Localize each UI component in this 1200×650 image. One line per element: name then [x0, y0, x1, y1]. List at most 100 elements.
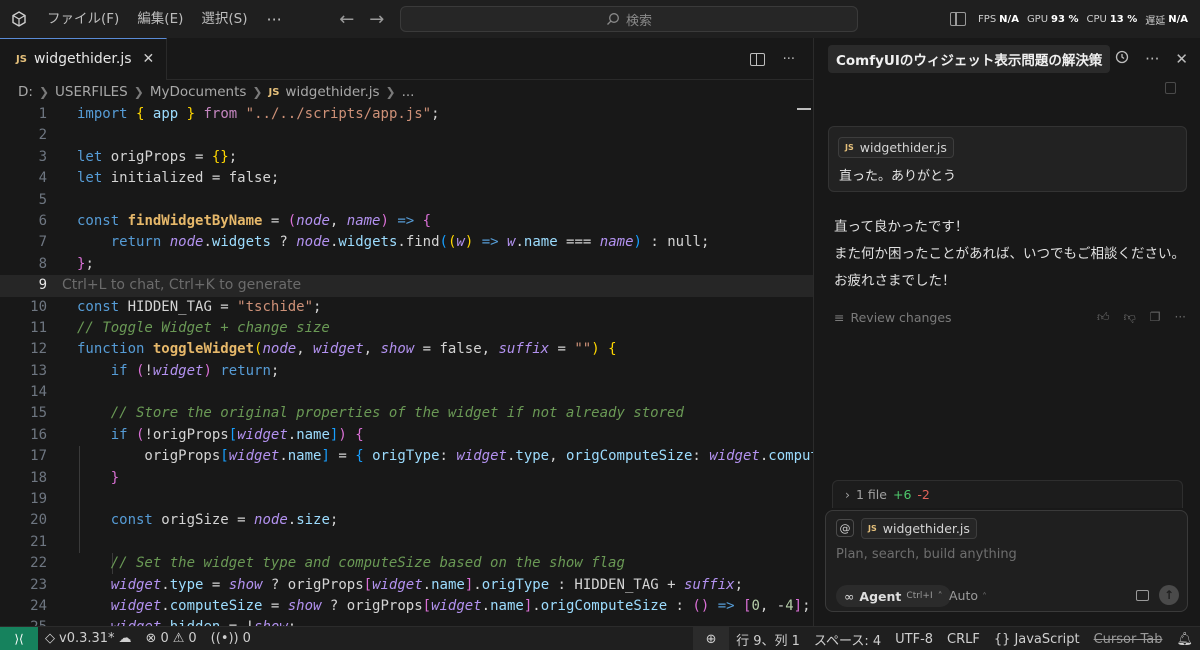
code-line: 22 // Set the widget type and computeSiz…: [30, 555, 625, 572]
changed-files-bar[interactable]: › 1 file +6 -2: [832, 480, 1183, 508]
history-icon[interactable]: [1115, 50, 1129, 68]
encoding[interactable]: UTF-8: [888, 627, 940, 650]
code-line: 23 widget.type = show ? origProps[widget…: [30, 576, 743, 593]
version-status[interactable]: ◇ v0.3.31* ☁: [38, 627, 139, 650]
title-right-area: FPS N/A GPU 93 % CPU 13 % 遅延 N/A: [950, 0, 1200, 38]
ports-status[interactable]: ((•)) 0: [204, 627, 258, 650]
breadcrumb-drive[interactable]: D:: [18, 84, 33, 100]
zoom-icon[interactable]: ⊕: [693, 627, 730, 650]
chat-input[interactable]: Plan, search, build anything: [836, 547, 1017, 562]
breadcrumb-symbol[interactable]: ...: [402, 84, 415, 100]
bell-icon[interactable]: 🔔︎: [1169, 627, 1200, 650]
cursor-logo-icon: [0, 0, 38, 38]
more-menu-button[interactable]: ···: [257, 10, 292, 29]
menu-edit[interactable]: 編集(E): [128, 0, 192, 38]
copy-icon[interactable]: ❐: [1150, 310, 1161, 325]
status-bar: ⟩⟨ ◇ v0.3.31* ☁ ⊗ 0 ⚠ 0 ((•)) 0 ⊕ 行 9、列 1 スペース…: [0, 626, 1200, 650]
file-context-chip[interactable]: JS widgethider.js: [838, 137, 954, 158]
user-message[interactable]: JS widgethider.js 直った。ありがとう: [828, 126, 1187, 192]
latency-stat: 遅延 N/A: [1145, 13, 1188, 27]
chat-title-tab[interactable]: ComfyUIのウィジェット表示問題の解決策: [828, 45, 1111, 73]
menu-selection[interactable]: 選択(S): [192, 0, 256, 38]
lines-added: +6: [892, 487, 912, 502]
chat-header: ComfyUIのウィジェット表示問題の解決策 + ··· ✕: [814, 38, 1200, 80]
code-line: 25 widget.hidden = !show;: [0, 617, 813, 626]
tab-label: widgethider.js: [33, 51, 132, 67]
mode-selector[interactable]: ∞ Agent Ctrl+I ˄: [836, 585, 951, 607]
breadcrumb-userfiles[interactable]: USERFILES: [55, 84, 128, 100]
file-chip-label: widgethider.js: [882, 521, 970, 536]
editor-actions: ···: [749, 38, 795, 80]
close-icon[interactable]: ✕: [143, 51, 155, 67]
code-line: 24 widget.computeSize = show ? origProps…: [30, 597, 811, 614]
breadcrumb-file[interactable]: widgethider.js: [285, 84, 379, 100]
more-icon[interactable]: ···: [1145, 50, 1159, 68]
chevron-up-icon: ˄: [982, 592, 988, 603]
command-search-box[interactable]: 検索: [400, 6, 858, 32]
error-icon: ⊗: [145, 631, 157, 646]
status-right: ⊕ 行 9、列 1 スペース: 4 UTF-8 CRLF {} JavaScrip…: [693, 627, 1200, 650]
mode-label: Agent: [859, 588, 902, 604]
js-file-icon: JS: [268, 86, 280, 98]
line-ending[interactable]: CRLF: [940, 627, 987, 650]
problems-status[interactable]: ⊗ 0 ⚠ 0: [139, 627, 204, 650]
cursor-tab-status[interactable]: Cursor Tab: [1087, 627, 1170, 650]
close-panel-icon[interactable]: ✕: [1175, 50, 1188, 68]
image-icon[interactable]: [1136, 590, 1149, 601]
toggle-sidebar-icon[interactable]: [950, 12, 967, 26]
code-line: 18 }: [30, 469, 120, 486]
infinity-icon: ∞: [844, 588, 855, 604]
current-line: 9 Ctrl+L to chat, Ctrl+K to generate: [0, 275, 813, 297]
forward-arrow-icon[interactable]: →: [362, 9, 392, 30]
review-changes-button[interactable]: Review changes: [850, 310, 951, 325]
inline-hint: Ctrl+L to chat, Ctrl+K to generate: [62, 277, 302, 294]
search-icon: [607, 13, 619, 25]
thumbs-down-icon[interactable]: 👎︎: [1124, 310, 1136, 325]
chat-composer[interactable]: @ JS widgethider.js Plan, search, build …: [825, 510, 1188, 612]
chevron-right-icon: ❯: [38, 85, 50, 99]
js-file-icon: JS: [16, 53, 27, 65]
reply-line: また何か困ったことがあれば、いつでもご相談ください。: [834, 246, 1185, 262]
editor-tab-bar: JS widgethider.js ✕ ···: [0, 38, 813, 80]
js-file-icon: JS: [868, 524, 877, 533]
tag-icon: ◇: [45, 631, 55, 646]
code-line: 21: [30, 533, 47, 550]
chevron-right-icon: ❯: [385, 85, 396, 99]
editor-tab[interactable]: JS widgethider.js ✕: [0, 38, 168, 80]
mode-shortcut: Ctrl+I: [906, 591, 933, 601]
thumbs-up-icon[interactable]: 👍︎: [1097, 310, 1110, 325]
mention-button[interactable]: @: [836, 519, 854, 537]
split-editor-icon[interactable]: [749, 52, 765, 66]
changed-files-count: 1 file: [856, 487, 887, 502]
chat-actions: + ··· ✕: [1087, 38, 1188, 80]
file-context-chip[interactable]: JS widgethider.js: [861, 518, 977, 539]
back-arrow-icon[interactable]: ←: [332, 9, 362, 30]
editor-area: JS widgethider.js ✕ ··· D: ❯ USERFILES ❯…: [0, 38, 813, 626]
language-mode[interactable]: {} JavaScript: [987, 627, 1087, 650]
breadcrumb: D: ❯ USERFILES ❯ MyDocuments ❯ JS widget…: [0, 80, 813, 104]
breadcrumb-mydocuments[interactable]: MyDocuments: [150, 84, 247, 100]
more-icon[interactable]: ···: [1175, 310, 1186, 325]
menu-file[interactable]: ファイル(F): [38, 0, 128, 38]
code-editor[interactable]: 1 import { app } from "../../scripts/app.…: [0, 104, 813, 626]
message-actions: 👍︎ 👎︎ ❐ ···: [1097, 310, 1186, 325]
model-selector[interactable]: Auto ˄: [949, 585, 987, 607]
send-button[interactable]: ↑: [1159, 585, 1179, 605]
remote-icon[interactable]: ⟩⟨: [0, 626, 38, 650]
more-actions-icon[interactable]: ···: [783, 52, 795, 67]
copy-icon[interactable]: [1165, 82, 1176, 94]
code-line: 20 const origSize = node.size;: [30, 512, 339, 529]
code-line: 17 origProps[widget.name] = { origType: …: [30, 448, 813, 465]
cursor-position[interactable]: 行 9、列 1: [729, 627, 807, 650]
user-message-text: 直った。ありがとう: [839, 169, 957, 184]
code-line: 2: [38, 127, 47, 144]
fps-stat: FPS N/A: [978, 13, 1019, 25]
code-line: 12 function toggleWidget(node, widget, sh…: [30, 341, 617, 358]
code-line: 4 let initialized = false;: [38, 170, 280, 187]
new-chat-icon[interactable]: +: [1087, 50, 1100, 68]
reply-line: お疲れさまでした！: [834, 273, 956, 289]
search-placeholder: 検索: [625, 13, 652, 29]
chevron-right-icon: ›: [845, 487, 850, 502]
indentation[interactable]: スペース: 4: [807, 627, 888, 650]
code-line: 10 const HIDDEN_TAG = "tschide";: [30, 298, 322, 315]
